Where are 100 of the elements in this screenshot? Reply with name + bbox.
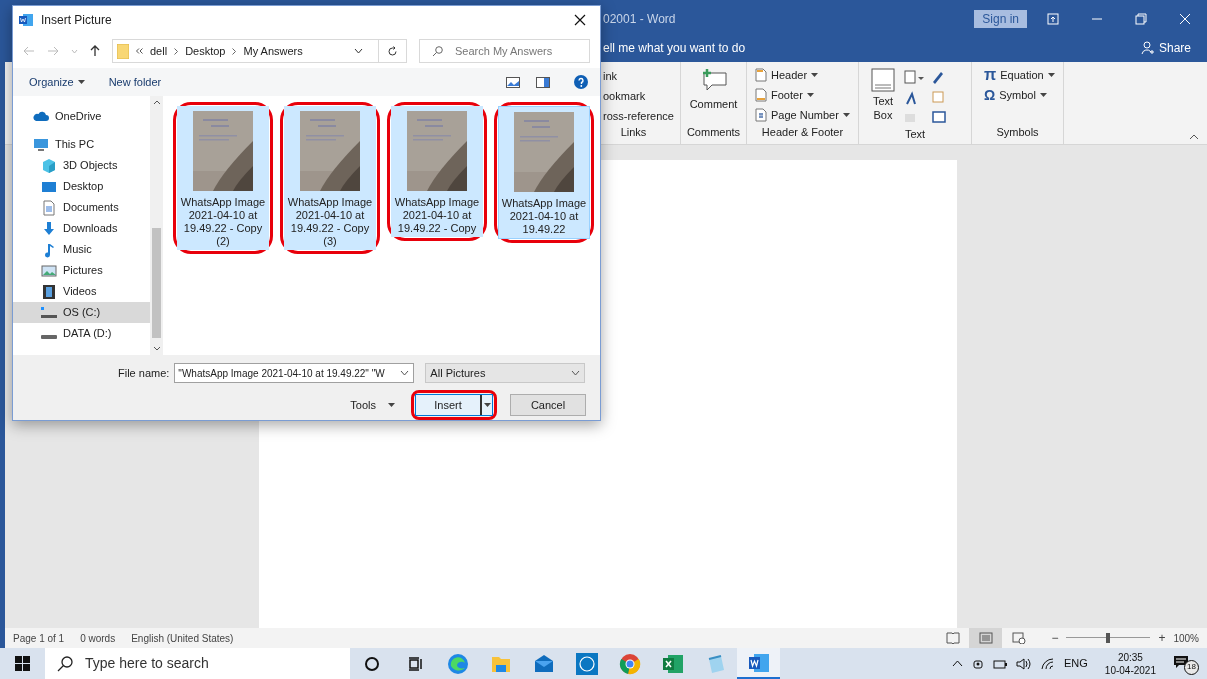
file-tile[interactable]: WhatsApp Image 2021-04-10 at 19.49.22 - Copy (3) — [284, 106, 376, 250]
caret-icon — [77, 80, 85, 84]
spreadsheet-icon[interactable] — [661, 652, 684, 675]
book-icon — [945, 632, 960, 644]
nav-item[interactable]: This PC — [13, 134, 150, 155]
nav-item[interactable]: OneDrive — [13, 106, 150, 127]
search-icon — [57, 655, 73, 672]
task-view-icon[interactable] — [406, 655, 423, 672]
ribbon-link[interactable]: ink — [603, 68, 680, 82]
scrollbar[interactable] — [150, 96, 163, 355]
file-type-dropdown[interactable]: All Pictures — [425, 363, 586, 383]
wifi-icon[interactable] — [1041, 657, 1055, 670]
ribbon-link[interactable]: ookmark — [603, 88, 680, 102]
chevron-down-icon[interactable] — [354, 48, 363, 54]
document-icon — [41, 199, 57, 216]
address-bar[interactable]: dell Desktop My Answers — [112, 39, 407, 63]
zoom-out-button[interactable]: − — [1051, 629, 1059, 647]
chevron-up-icon[interactable] — [952, 660, 963, 667]
new-folder-button[interactable]: New folder — [108, 73, 162, 91]
scroll-up-icon[interactable] — [152, 100, 161, 105]
organize-menu[interactable]: Organize — [29, 73, 85, 91]
nav-item[interactable]: Desktop — [13, 176, 150, 197]
up-arrow-icon[interactable] — [90, 45, 100, 57]
nav-item[interactable]: Pictures — [13, 260, 150, 281]
nav-item[interactable]: Documents — [13, 197, 150, 218]
search-icon — [432, 45, 443, 57]
ribbon-menu-button[interactable]: Header — [755, 68, 858, 82]
ribbon-link[interactable]: ross-reference — [603, 108, 680, 122]
language-status: English (United States) — [131, 631, 234, 646]
windows-start-icon[interactable] — [15, 656, 30, 671]
circle-icon[interactable] — [363, 655, 380, 672]
group-label: Links — [620, 124, 648, 140]
caret-icon — [483, 403, 491, 407]
file-name: WhatsApp Image 2021-04-10 at 19.49.22 - Copy — [393, 196, 481, 235]
clock[interactable]: 20:35 10-04-2021 — [1096, 650, 1164, 677]
file-name-field[interactable]: "WhatsApp Image 2021-04-10 at 19.49.22" "W — [174, 363, 415, 383]
browser-icon[interactable] — [618, 652, 641, 675]
person-add-icon — [1140, 40, 1155, 55]
slider-thumb[interactable] — [1106, 633, 1111, 643]
nav-item[interactable]: DATA (D:) — [13, 323, 150, 344]
group-label: Header & Footer — [761, 124, 845, 140]
logo-icon[interactable] — [575, 652, 598, 675]
file-tile[interactable]: WhatsApp Image 2021-04-10 at 19.49.22 - Copy — [391, 106, 483, 237]
nav-item[interactable]: 3D Objects — [13, 155, 150, 176]
group-label: Symbols — [996, 124, 1040, 140]
file-name: WhatsApp Image 2021-04-10 at 19.49.22 — [500, 197, 588, 236]
share-button[interactable]: Share — [1140, 38, 1191, 57]
pictures-icon — [41, 262, 57, 279]
comment-button[interactable]: Comment — [689, 68, 738, 113]
ribbon-menu-button[interactable]: Page Number — [755, 108, 858, 122]
cancel-button[interactable]: Cancel — [510, 394, 586, 416]
view-button[interactable] — [969, 628, 1003, 648]
search-field[interactable]: Search My Answers — [419, 39, 590, 63]
browser-icon[interactable] — [446, 652, 469, 675]
insert-button[interactable]: Insert — [415, 394, 493, 416]
window-title: 02001 - Word — [603, 11, 676, 28]
nav-item[interactable]: OS (C:) — [13, 302, 150, 323]
refresh-icon[interactable] — [387, 45, 398, 57]
notifications-icon[interactable] — [1173, 654, 1189, 669]
download-icon — [41, 220, 57, 237]
help-icon[interactable] — [574, 75, 588, 89]
file-tile[interactable]: WhatsApp Image 2021-04-10 at 19.49.22 - Copy (2) — [177, 106, 269, 250]
mail-icon[interactable] — [532, 652, 555, 675]
zoom-in-button[interactable]: + — [1158, 629, 1166, 647]
collapse-icon[interactable] — [1189, 134, 1199, 140]
text-box-button[interactable]: Text Box — [871, 68, 895, 126]
page-number-icon — [755, 108, 767, 122]
sign-in-button[interactable]: Sign in — [974, 10, 1027, 28]
input-language[interactable]: ENG — [1064, 655, 1088, 672]
tools-menu[interactable]: Tools — [350, 396, 395, 414]
speaker-icon[interactable] — [1016, 657, 1032, 670]
zoom-slider[interactable] — [1066, 633, 1151, 643]
tell-me-field[interactable]: ell me what you want to do — [603, 38, 746, 57]
battery-icon[interactable] — [993, 658, 1007, 669]
camera-icon[interactable] — [972, 657, 984, 670]
film-icon — [41, 283, 57, 300]
file-name-label: File name: — [118, 365, 170, 381]
caret-icon — [1039, 93, 1047, 97]
computer-icon — [33, 136, 49, 153]
breadcrumb-item[interactable]: Desktop — [185, 42, 226, 60]
preview-pane-icon[interactable] — [536, 76, 550, 88]
file-tile[interactable]: WhatsApp Image 2021-04-10 at 19.49.22 — [498, 106, 590, 239]
nav-item[interactable]: Downloads — [13, 218, 150, 239]
cube-icon — [41, 157, 57, 174]
document-app-icon[interactable] — [747, 651, 770, 674]
breadcrumb-item[interactable]: My Answers — [243, 42, 303, 60]
ribbon-menu-button[interactable]: Footer — [755, 88, 858, 102]
ribbon-display-icon[interactable] — [1047, 13, 1059, 25]
close-icon[interactable] — [574, 14, 586, 26]
scroll-down-icon[interactable] — [152, 346, 161, 351]
taskbar-search-field[interactable]: Type here to search — [45, 648, 350, 679]
text-box-icon — [871, 68, 895, 92]
view-options-icon[interactable] — [506, 76, 520, 88]
drive-icon — [41, 307, 57, 318]
zoom-percent: 100% — [1173, 631, 1199, 646]
restore-icon[interactable] — [1135, 13, 1147, 25]
nav-item[interactable]: Music — [13, 239, 150, 260]
nav-item[interactable]: Videos — [13, 281, 150, 302]
notification-count: 18 — [1184, 659, 1199, 675]
breadcrumb-item[interactable]: dell — [150, 42, 168, 60]
